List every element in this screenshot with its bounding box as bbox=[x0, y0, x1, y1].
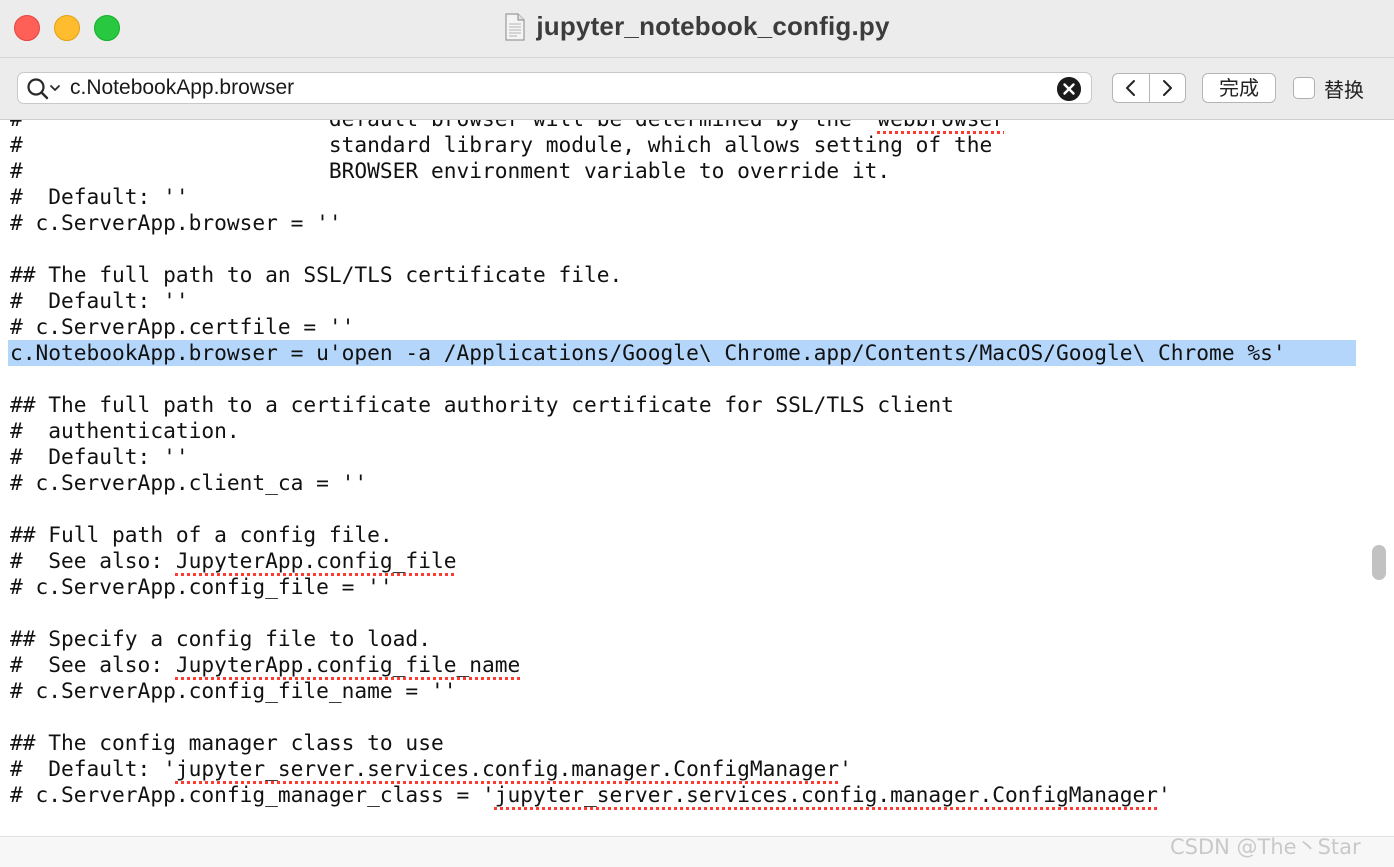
search-input[interactable] bbox=[70, 76, 1030, 100]
code-line: # c.ServerApp.config_file_name = '' bbox=[10, 678, 457, 703]
code-line: # c.ServerApp.browser = '' bbox=[10, 210, 342, 235]
window-title: jupyter_notebook_config.py bbox=[536, 11, 890, 41]
code-line: ## The full path to an SSL/TLS certifica… bbox=[10, 262, 623, 287]
replace-label: 替换 bbox=[1324, 78, 1364, 102]
code-text-segment: ' bbox=[839, 756, 852, 781]
previous-match-button[interactable] bbox=[1113, 74, 1149, 102]
spellcheck-flagged-word: jupyter_server.services.config.manager.C… bbox=[175, 756, 840, 781]
replace-checkbox[interactable] bbox=[1293, 77, 1315, 99]
code-line: ## Full path of a config file. bbox=[10, 522, 393, 547]
clear-search-icon[interactable] bbox=[1057, 77, 1081, 101]
chevron-left-icon bbox=[1125, 80, 1135, 96]
chevron-right-icon bbox=[1163, 80, 1173, 96]
code-line: ## The full path to a certificate author… bbox=[10, 392, 954, 417]
highlighted-match-line: c.NotebookApp.browser = u'open -a /Appli… bbox=[8, 340, 1356, 366]
code-line: # Default: '' bbox=[10, 444, 189, 469]
vertical-scrollbar-thumb[interactable] bbox=[1372, 545, 1386, 580]
spellcheck-flagged-word: jupyter_server.services.config.manager.C… bbox=[494, 782, 1159, 807]
code-line: # authentication. bbox=[10, 418, 240, 443]
spellcheck-flagged-word: JupyterApp.config_file bbox=[175, 548, 457, 573]
spellcheck-flagged-word: JupyterApp.config_file_name bbox=[175, 652, 521, 677]
code-line: # c.ServerApp.config_manager_class = 'ju… bbox=[10, 782, 1171, 808]
watermark: CSDN @The丶Star bbox=[1170, 835, 1361, 859]
code-text-segment: # Default: ' bbox=[10, 756, 176, 781]
code-line: # Default: '' bbox=[10, 288, 189, 313]
next-match-button[interactable] bbox=[1148, 74, 1186, 102]
text-editor[interactable]: # default browser will be determined by … bbox=[0, 120, 1394, 836]
code-text-segment: ' bbox=[1158, 782, 1171, 807]
window-title-group: jupyter_notebook_config.py bbox=[0, 11, 1394, 42]
code-text-segment: # See also: bbox=[10, 652, 176, 677]
code-line: # default browser will be determined by … bbox=[10, 120, 1018, 132]
code-line: # See also: JupyterApp.config_file bbox=[10, 548, 456, 574]
code-text-segment: # c.ServerApp.config_manager_class = ' bbox=[10, 782, 495, 807]
code-line: ## Specify a config file to load. bbox=[10, 626, 431, 651]
find-bar: 完成 bbox=[0, 58, 1394, 120]
code-text-segment: ` bbox=[1005, 120, 1018, 131]
find-navigation bbox=[1112, 73, 1186, 103]
code-line: # Default: '' bbox=[10, 184, 189, 209]
code-line: # c.ServerApp.client_ca = '' bbox=[10, 470, 368, 495]
search-field[interactable] bbox=[17, 72, 1092, 104]
search-options-icon[interactable] bbox=[26, 77, 64, 101]
spellcheck-flagged-word: webbrowser bbox=[877, 120, 1005, 131]
code-line: # Default: 'jupyter_server.services.conf… bbox=[10, 756, 852, 782]
code-line: ## The config manager class to use bbox=[10, 730, 444, 755]
done-button[interactable]: 完成 bbox=[1202, 73, 1276, 103]
code-text-segment: # default browser will be determined by … bbox=[10, 120, 877, 131]
code-line: # BROWSER environment variable to overri… bbox=[10, 158, 891, 183]
document-icon bbox=[505, 12, 525, 41]
code-line: # c.ServerApp.certfile = '' bbox=[10, 314, 355, 339]
code-line: # standard library module, which allows … bbox=[10, 132, 993, 157]
code-line: # See also: JupyterApp.config_file_name bbox=[10, 652, 520, 678]
code-text-segment: # See also: bbox=[10, 548, 176, 573]
title-bar: jupyter_notebook_config.py bbox=[0, 0, 1394, 58]
code-line: # c.ServerApp.config_file = '' bbox=[10, 574, 393, 599]
